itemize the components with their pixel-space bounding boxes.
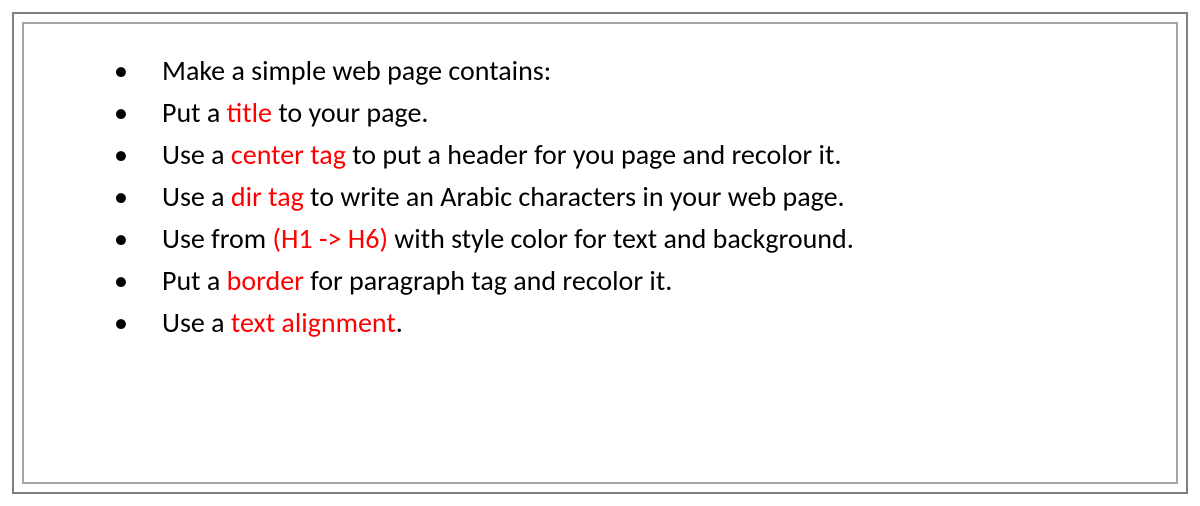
text-segment: Use from	[162, 221, 273, 256]
list-item: Use from (H1 -> H6) with style color for…	[114, 218, 1128, 260]
highlight-text-alignment: text alignment	[231, 305, 396, 340]
instruction-list: Make a simple web page contains: Put a t…	[114, 50, 1128, 344]
text-segment: for paragraph tag and recolor it.	[304, 263, 672, 298]
outer-frame: Make a simple web page contains: Put a t…	[12, 12, 1188, 494]
list-item: Use a dir tag to write an Arabic charact…	[114, 176, 1128, 218]
highlight-border: border	[227, 263, 304, 298]
list-item: Put a title to your page.	[114, 92, 1128, 134]
text-segment: to write an Arabic characters in your we…	[304, 179, 845, 214]
text-segment: Use a	[162, 179, 231, 214]
list-item: Use a text alignment.	[114, 302, 1128, 344]
highlight-h1-h6: (H1 -> H6)	[273, 221, 388, 256]
text-segment: to put a header for you page and recolor…	[346, 137, 842, 172]
text-segment: to your page.	[272, 95, 429, 130]
text-segment: .	[396, 305, 403, 340]
highlight-center-tag: center tag	[231, 137, 346, 172]
text-segment: Use a	[162, 137, 231, 172]
text-segment: Make a simple web page contains:	[162, 53, 551, 88]
highlight-title: title	[227, 95, 272, 130]
inner-frame: Make a simple web page contains: Put a t…	[22, 22, 1178, 484]
list-item: Use a center tag to put a header for you…	[114, 134, 1128, 176]
text-segment: Put a	[162, 263, 227, 298]
list-item: Make a simple web page contains:	[114, 50, 1128, 92]
list-item: Put a border for paragraph tag and recol…	[114, 260, 1128, 302]
text-segment: with style color for text and background…	[388, 221, 854, 256]
text-segment: Use a	[162, 305, 231, 340]
highlight-dir-tag: dir tag	[231, 179, 304, 214]
text-segment: Put a	[162, 95, 227, 130]
